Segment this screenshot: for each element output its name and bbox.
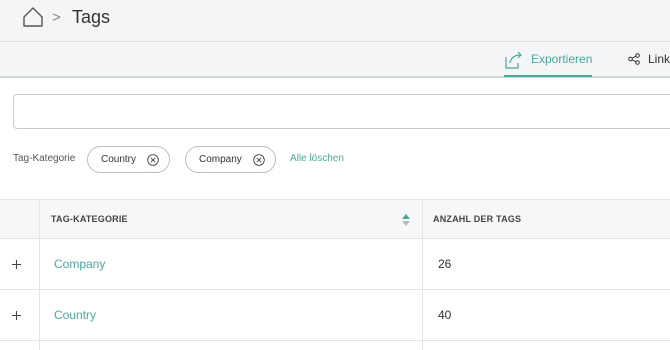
column-label: TAG-KATEGORIE: [51, 214, 128, 224]
filter-chip-country: Country: [87, 146, 171, 173]
table-header: TAG-KATEGORIE ANZAHL DER TAGS: [0, 199, 670, 239]
tag-count: 26: [438, 257, 452, 271]
export-icon: [505, 51, 522, 69]
tag-category-link[interactable]: Country: [54, 308, 96, 322]
tag-category-link[interactable]: Company: [54, 257, 105, 271]
breadcrumb-separator: >: [52, 9, 61, 26]
sort-icon[interactable]: [401, 213, 411, 227]
link-button[interactable]: Link: [628, 42, 670, 76]
page-title: Tags: [72, 7, 111, 27]
expand-icon[interactable]: [10, 258, 23, 271]
close-icon[interactable]: [253, 153, 265, 166]
link-label: Link: [648, 52, 670, 66]
home-icon[interactable]: [22, 6, 44, 28]
export-label: Exportieren: [531, 51, 593, 66]
export-button[interactable]: Exportieren: [504, 42, 593, 77]
table-row: Company 26: [0, 239, 670, 290]
column-header-tag-count[interactable]: ANZAHL DER TAGS: [433, 200, 521, 238]
table-row: Country 40: [0, 290, 670, 341]
page-header: > Tags: [0, 0, 670, 42]
column-label: ANZAHL DER TAGS: [433, 214, 522, 224]
filter-chip-company: Company: [185, 146, 276, 173]
share-icon: [628, 53, 640, 65]
filter-label: Tag-Kategorie: [13, 153, 76, 164]
column-header-tag-category[interactable]: TAG-KATEGORIE: [51, 200, 128, 238]
tag-count: 40: [438, 308, 452, 322]
chip-label: Company: [199, 154, 242, 165]
expand-icon[interactable]: [10, 309, 23, 322]
close-icon[interactable]: [147, 153, 159, 166]
search-input[interactable]: [13, 94, 670, 129]
toolbar: Exportieren Link: [0, 42, 670, 78]
chip-label: Country: [101, 154, 137, 165]
clear-all-link[interactable]: Alle löschen: [290, 153, 344, 164]
